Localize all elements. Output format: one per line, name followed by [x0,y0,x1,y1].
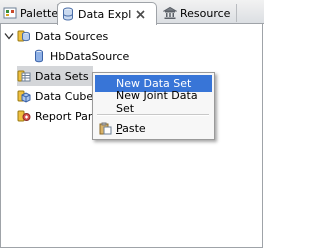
data-sources-icon [17,30,30,42]
menu-item-label: Paste [116,122,146,135]
tree-item-label: Report Para [35,109,100,123]
resource-library-icon [163,6,177,19]
tree-item-report-parameters[interactable]: Report Para [17,106,99,126]
expand-arrow-icon[interactable] [4,31,14,41]
data-source-icon [35,49,43,63]
tree-item-label: Data Cubes [35,89,99,103]
tab-palette[interactable]: Palette [0,2,58,24]
tree-item-label: HbDataSource [50,49,130,63]
context-menu: New Data Set New Joint Data Set Paste [92,72,215,140]
tree-item-hbdatasource[interactable]: HbDataSource [32,46,129,66]
tab-divider [236,4,237,22]
tab-palette-label: Palette [20,6,58,20]
tree-item-label: Data Sets [35,69,89,83]
tree-item-data-sets[interactable]: Data Sets [17,66,93,86]
data-cubes-icon [17,90,31,103]
paste-icon [99,122,112,135]
report-parameters-icon [17,110,31,122]
tree-item-data-sources[interactable]: Data Sources [4,26,108,46]
menu-item-label: New Joint Data Set [116,88,198,115]
data-sets-icon [17,70,31,82]
palette-icon [3,7,17,19]
tab-resource-label: Resource [180,6,231,20]
tab-data-explorer[interactable]: Data Expl [57,2,157,25]
menu-item-paste[interactable]: Paste [95,120,212,137]
tree-item-label: Data Sources [35,29,109,43]
view-tab-bar: Palette Data Expl Resource [0,0,264,25]
close-tab-icon[interactable] [135,9,146,20]
tree-item-data-cubes[interactable]: Data Cubes [17,86,99,106]
menu-separator [97,114,209,116]
menu-item-label-rest: aste [122,122,146,135]
menu-item-new-joint-data-set[interactable]: New Joint Data Set [95,89,212,115]
data-explorer-icon [63,7,73,21]
tab-data-explorer-label: Data Expl [78,7,132,21]
tab-resource[interactable]: Resource [160,2,236,24]
